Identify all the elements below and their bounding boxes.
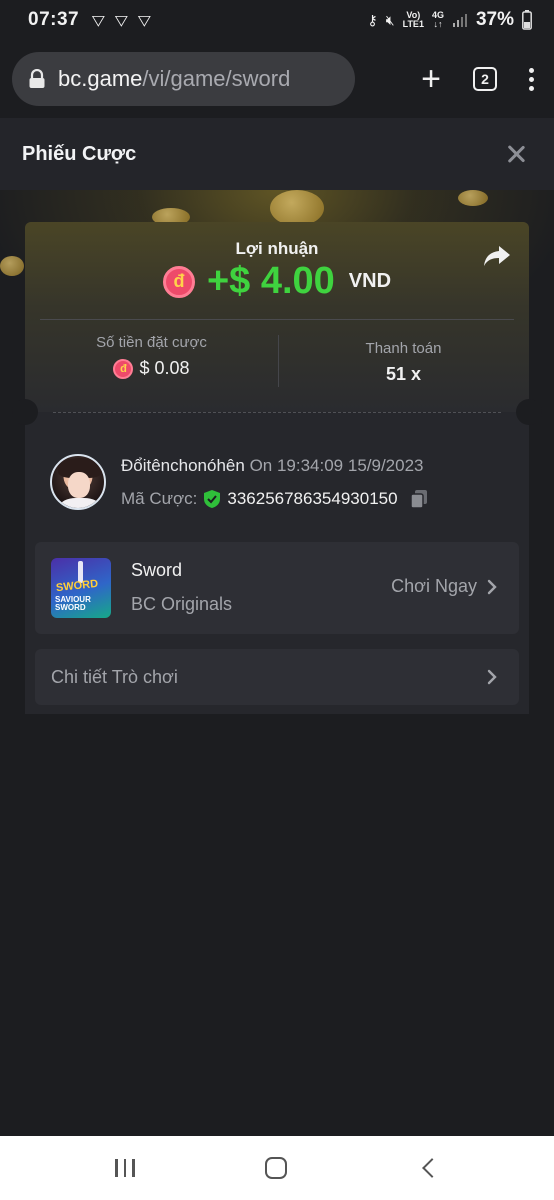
url-path: /vi/game/sword <box>142 66 291 91</box>
bettor-line: Đổitênchonóhên On 19:34:09 15/9/2023 <box>121 456 424 476</box>
thumb-subtitle: SAVIOUR SWORD <box>55 596 91 612</box>
browser-toolbar: bc.game/vi/game/sword + 2 <box>0 40 554 118</box>
signal-icon <box>452 14 467 27</box>
mute-icon: 🔇︎ <box>385 11 395 28</box>
payout-value: 51 x <box>385 364 422 384</box>
coin-decoration <box>458 190 488 206</box>
profit-currency: VND <box>348 270 392 292</box>
play-now-button[interactable]: Chơi Ngay <box>391 576 497 597</box>
bet-id: 336256786354930150 <box>227 489 398 508</box>
stake-value: $ 0.08 <box>139 358 190 378</box>
vnd-coin-icon: đ <box>162 265 195 298</box>
coin-decoration <box>270 190 324 226</box>
profit-row: đ +$ 4.00 VND <box>25 260 529 303</box>
game-provider: BC Originals <box>131 594 233 614</box>
chevron-right-icon <box>487 579 497 594</box>
page-title: Phiếu Cược <box>22 142 137 165</box>
divider <box>40 319 514 320</box>
home-icon[interactable] <box>264 1157 287 1179</box>
game-details-button[interactable]: Chi tiết Trò chơi <box>35 649 519 705</box>
verified-shield-icon <box>204 490 221 508</box>
vnd-coin-icon: đ <box>113 358 134 379</box>
profit-amount: +$ 4.00 <box>206 260 335 302</box>
tab-switcher-button[interactable]: 2 <box>473 67 497 91</box>
address-bar[interactable]: bc.game/vi/game/sword <box>12 52 355 106</box>
ticket-notch <box>12 399 38 425</box>
profit-section: Lợi nhuận đ +$ 4.00 VND Số tiền đặt cược… <box>25 222 529 412</box>
key-icon: ⚷ <box>367 11 378 28</box>
bet-id-line: Mã Cược: 336256786354930150 <box>121 489 428 509</box>
stake-stat: Số tiền đặt cược đ $ 0.08 <box>25 334 278 379</box>
battery-icon <box>522 10 532 30</box>
notification-icon: ▽ <box>137 11 151 28</box>
recent-apps-icon[interactable] <box>115 1159 135 1177</box>
new-tab-icon[interactable]: + <box>421 62 441 96</box>
play-now-label: Chơi Ngay <box>391 576 477 596</box>
system-nav-bar <box>0 1136 554 1200</box>
game-details-label: Chi tiết Trò chơi <box>51 666 178 687</box>
stake-label: Số tiền đặt cược <box>96 334 207 351</box>
payout-stat: Thanh toán 51 x <box>278 340 529 385</box>
bet-datetime: On 19:34:09 15/9/2023 <box>249 456 424 475</box>
game-card[interactable]: SWORD SAVIOUR SWORD Sword BC Originals C… <box>35 542 519 634</box>
lock-icon <box>29 69 45 88</box>
payout-label: Thanh toán <box>365 340 442 357</box>
notification-icon: ▽ <box>114 11 128 28</box>
menu-icon[interactable] <box>529 67 534 91</box>
chevron-right-icon <box>487 669 497 685</box>
battery-percent: 37% <box>475 9 514 30</box>
status-right: ⚷ 🔇︎ Vo) LTE1 4G ↓↑ 37% <box>368 9 532 31</box>
network-indicator: 4G ↓↑ <box>432 11 444 29</box>
volte-indicator: Vo) LTE1 <box>403 11 424 29</box>
avatar[interactable] <box>50 454 106 510</box>
share-icon[interactable] <box>483 244 511 268</box>
thumb-subtitle-2: SWORD <box>55 603 86 612</box>
game-name: Sword <box>131 560 183 580</box>
bet-slip-card: Lợi nhuận đ +$ 4.00 VND Số tiền đặt cược… <box>12 222 542 714</box>
url-host: bc.game <box>58 66 143 91</box>
profit-label: Lợi nhuận <box>235 239 319 258</box>
close-icon[interactable] <box>506 144 526 164</box>
copy-icon[interactable] <box>409 489 428 509</box>
back-icon[interactable] <box>421 1158 442 1178</box>
modal-header: Phiếu Cược <box>0 118 554 190</box>
ticket-divider <box>53 412 501 413</box>
game-thumbnail: SWORD SAVIOUR SWORD <box>51 558 111 618</box>
bettor-info: Đổitênchonóhên On 19:34:09 15/9/2023 Mã … <box>50 454 510 514</box>
volte-bottom: LTE1 <box>402 19 424 29</box>
bettor-name[interactable]: Đổitênchonóhên <box>121 456 245 475</box>
browser-actions: + 2 <box>421 62 542 96</box>
status-time: 07:37 <box>28 9 80 30</box>
thumb-title: SWORD <box>55 577 99 595</box>
ticket-notch <box>516 399 542 425</box>
network-arrows: ↓↑ <box>433 19 443 29</box>
coin-decoration <box>0 256 24 276</box>
bet-id-label: Mã Cược: <box>121 489 198 508</box>
stake-value-row: đ $ 0.08 <box>25 358 278 379</box>
status-bar: 07:37 ▽ ▽ ▽ ⚷ 🔇︎ Vo) LTE1 4G ↓↑ 37% <box>0 0 554 40</box>
notification-icons: ▽ ▽ ▽ <box>92 11 151 29</box>
notification-icon: ▽ <box>92 11 105 28</box>
